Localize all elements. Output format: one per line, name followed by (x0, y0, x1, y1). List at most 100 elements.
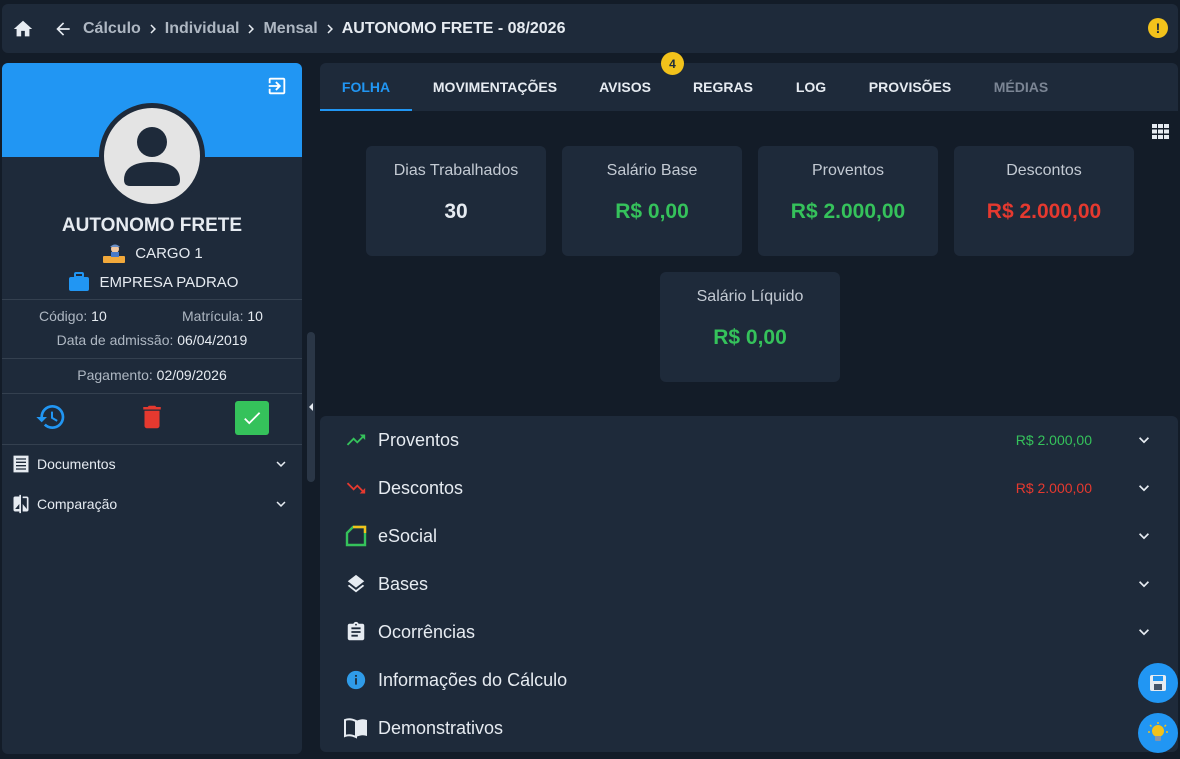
tab-medias: MÉDIAS (993, 79, 1049, 95)
section-ocorrencias[interactable]: Ocorrências (320, 608, 1178, 656)
tab-regras[interactable]: REGRAS (686, 63, 760, 111)
section-proventos[interactable]: Proventos R$ 2.000,00 (320, 416, 1178, 464)
chevron-right-icon (320, 19, 340, 39)
section-value: R$ 2.000,00 (1015, 480, 1092, 496)
chevron-down-icon[interactable] (272, 495, 290, 513)
card-value: 30 (444, 200, 468, 223)
section-esocial[interactable]: eSocial (320, 512, 1178, 560)
collapse-left-icon[interactable] (307, 400, 315, 414)
info-icon (344, 668, 368, 692)
section-label: Bases (378, 573, 429, 594)
action-bar (2, 399, 302, 437)
card-value: R$ 0,00 (713, 326, 787, 349)
chevron-down-icon[interactable] (1134, 478, 1154, 498)
card-title: Proventos (811, 162, 885, 179)
empresa-label: EMPRESA PADRAO (99, 273, 239, 291)
chevron-down-icon[interactable] (1134, 622, 1154, 642)
section-informacoes[interactable]: Informações do Cálculo (320, 656, 1178, 704)
tab-movimentacoes[interactable]: MOVIMENTAÇÕES (424, 63, 566, 111)
breadcrumb-mensal[interactable]: Mensal (263, 20, 317, 38)
warning-icon[interactable]: ! (1148, 18, 1168, 38)
user-avatar-icon (124, 127, 180, 186)
save-icon (1148, 673, 1168, 693)
save-fab[interactable] (1138, 663, 1178, 703)
chevron-right-icon (241, 19, 261, 39)
book-icon (344, 716, 368, 740)
tab-avisos[interactable]: AVISOS (588, 63, 662, 111)
home-icon[interactable] (11, 17, 35, 41)
chevron-down-icon[interactable] (1134, 430, 1154, 450)
chevron-down-icon[interactable] (272, 455, 290, 473)
card-title: Dias Trabalhados (393, 162, 519, 179)
logout-icon[interactable] (266, 75, 288, 97)
worker-icon (101, 242, 127, 264)
card-title: Descontos (1006, 162, 1082, 179)
divider (2, 299, 302, 300)
section-label: Proventos (378, 429, 460, 450)
codigo-info: Código: 10 (39, 308, 107, 324)
trash-icon[interactable] (134, 399, 170, 435)
sections-list: Proventos R$ 2.000,00 Descontos R$ 2.000… (320, 416, 1178, 752)
breadcrumb-current: AUTONOMO FRETE - 08/2026 (341, 19, 566, 37)
section-demonstrativos[interactable]: Demonstrativos (320, 704, 1178, 752)
divider (2, 393, 302, 394)
chevron-down-icon[interactable] (1134, 574, 1154, 594)
section-label: Ocorrências (378, 621, 476, 642)
comparacao-label: Comparação (37, 496, 118, 512)
tab-log[interactable]: LOG (784, 63, 838, 111)
admissao-info: Data de admissão: 06/04/2019 (56, 332, 248, 348)
card-value: R$ 0,00 (615, 200, 689, 223)
arrow-left-icon[interactable] (51, 17, 75, 41)
trending-up-icon (344, 428, 368, 452)
tab-folha[interactable]: FOLHA (320, 63, 412, 111)
briefcase-icon (66, 271, 92, 293)
cargo-line: CARGO 1 (2, 242, 302, 264)
trending-down-icon (344, 476, 368, 500)
comparacao-menu[interactable]: Comparação (2, 489, 302, 519)
cargo-label: CARGO 1 (135, 244, 203, 262)
documentos-label: Documentos (37, 456, 116, 472)
documentos-menu[interactable]: Documentos (2, 449, 302, 479)
breadcrumb-individual[interactable]: Individual (165, 20, 240, 38)
section-label: Informações do Cálculo (378, 669, 568, 690)
top-bar: Cálculo Individual Mensal AUTONOMO FRETE… (2, 4, 1178, 53)
avisos-badge: 4 (661, 52, 684, 75)
chevron-down-icon[interactable] (1134, 526, 1154, 546)
chevron-right-icon (143, 19, 163, 39)
matricula-info: Matrícula: 10 (182, 308, 263, 324)
section-label: Demonstrativos (378, 717, 504, 738)
document-icon (11, 454, 31, 474)
esocial-icon (344, 524, 368, 548)
card-salario-liquido: Salário Líquido R$ 0,00 (660, 272, 840, 382)
section-value: R$ 2.000,00 (1015, 432, 1092, 448)
card-dias-trabalhados: Dias Trabalhados 30 (366, 146, 546, 256)
compare-icon (11, 494, 31, 514)
section-bases[interactable]: Bases (320, 560, 1178, 608)
divider (2, 358, 302, 359)
card-salario-base: Salário Base R$ 0,00 (562, 146, 742, 256)
layers-icon (344, 572, 368, 596)
history-icon[interactable] (33, 399, 69, 435)
check-icon[interactable] (235, 401, 269, 435)
tips-fab[interactable] (1138, 713, 1178, 753)
divider (2, 444, 302, 445)
card-descontos: Descontos R$ 2.000,00 (954, 146, 1134, 256)
grid-icon[interactable] (1152, 124, 1169, 139)
card-value: R$ 2.000,00 (790, 200, 906, 223)
employee-panel: AUTONOMO FRETE CARGO 1 EMPRESA PADRAO Có… (2, 63, 302, 754)
breadcrumb-calculo[interactable]: Cálculo (83, 20, 141, 38)
tab-provisoes[interactable]: PROVISÕES (862, 63, 958, 111)
card-title: Salário Líquido (696, 288, 804, 305)
section-descontos[interactable]: Descontos R$ 2.000,00 (320, 464, 1178, 512)
empresa-line: EMPRESA PADRAO (2, 271, 302, 293)
employee-name: AUTONOMO FRETE (61, 215, 243, 236)
section-label: Descontos (378, 477, 464, 498)
card-proventos: Proventos R$ 2.000,00 (758, 146, 938, 256)
clipboard-icon (344, 620, 368, 644)
section-label: eSocial (378, 525, 438, 546)
lightbulb-icon (1147, 722, 1169, 744)
card-value: R$ 2.000,00 (986, 200, 1102, 223)
card-title: Salário Base (606, 162, 698, 179)
tab-bar: FOLHA MOVIMENTAÇÕES AVISOS REGRAS LOG PR… (320, 63, 1178, 111)
avatar (99, 103, 205, 209)
